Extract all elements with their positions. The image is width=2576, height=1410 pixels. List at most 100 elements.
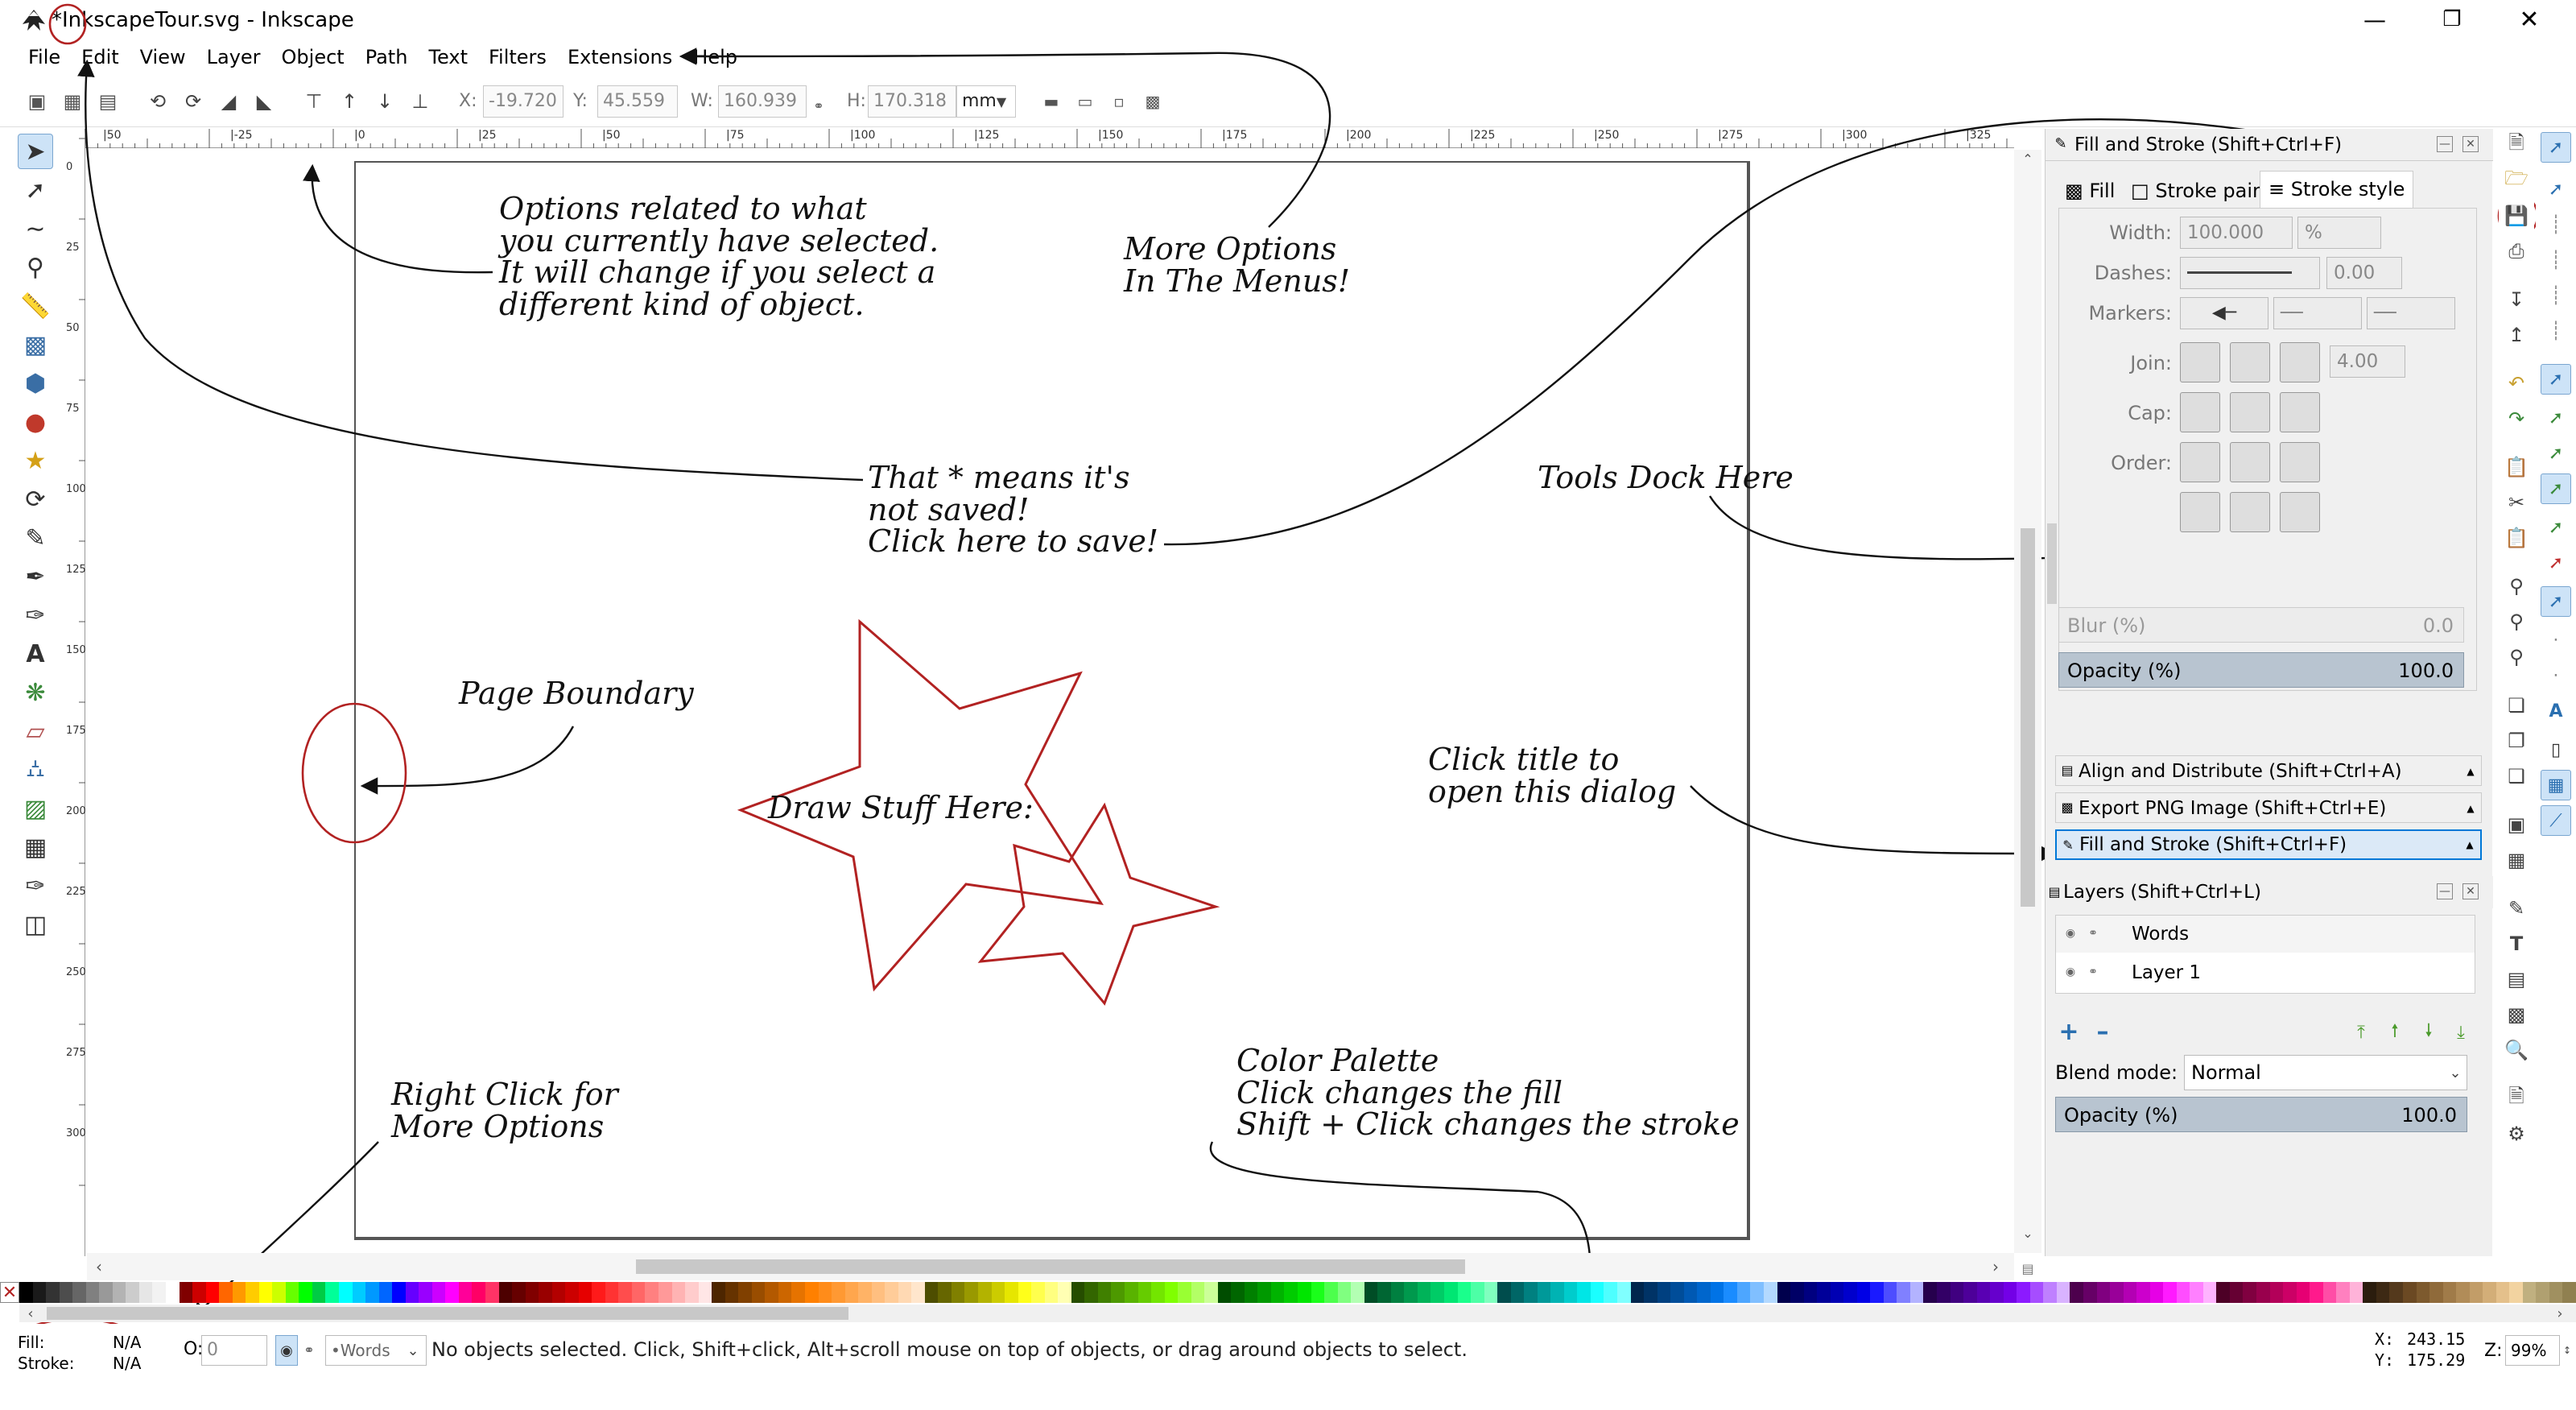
color-swatch[interactable] xyxy=(1563,1282,1578,1303)
snap-page-border-icon[interactable]: ▯ xyxy=(2541,734,2571,765)
cap-butt-button[interactable] xyxy=(2180,392,2220,432)
tab-stroke-paint[interactable]: □ Stroke paint xyxy=(2124,176,2279,206)
color-swatch[interactable] xyxy=(1457,1282,1472,1303)
dialog-iconify-icon[interactable]: — xyxy=(2437,883,2453,899)
clone-icon[interactable]: ❐ xyxy=(2504,728,2529,754)
color-swatch[interactable] xyxy=(2310,1282,2324,1303)
paste-icon[interactable]: 📋 xyxy=(2504,525,2529,551)
scroll-left-icon[interactable]: ‹ xyxy=(90,1257,108,1276)
snap-rotation-center-icon[interactable]: ⋅ xyxy=(2541,660,2571,691)
order-markers-3-button[interactable] xyxy=(2230,492,2270,532)
copy-icon[interactable]: 📋 xyxy=(2504,454,2529,480)
color-swatch[interactable] xyxy=(1550,1282,1565,1303)
color-swatch[interactable] xyxy=(1484,1282,1498,1303)
color-swatch[interactable] xyxy=(2363,1282,2377,1303)
print-icon[interactable]: ⎙ xyxy=(2504,238,2529,264)
width-unit-select[interactable]: % xyxy=(2297,217,2381,249)
color-swatch[interactable] xyxy=(1590,1282,1604,1303)
color-swatch[interactable] xyxy=(1217,1282,1232,1303)
lower-layer-icon[interactable]: 🠗 xyxy=(2417,1021,2440,1044)
snap-others-icon[interactable]: ➚ xyxy=(2541,586,2571,617)
color-swatch[interactable] xyxy=(1577,1282,1591,1303)
blend-mode-select[interactable]: Normal xyxy=(2184,1055,2467,1090)
ungroup-icon[interactable]: ▦ xyxy=(2504,847,2529,873)
tab-stroke-style[interactable]: ≡ Stroke style xyxy=(2260,171,2414,208)
color-swatch[interactable] xyxy=(1337,1282,1352,1303)
color-swatch[interactable] xyxy=(1644,1282,1658,1303)
color-swatch[interactable] xyxy=(592,1282,606,1303)
color-swatch[interactable] xyxy=(498,1282,513,1303)
color-swatch[interactable] xyxy=(565,1282,580,1303)
export-png-dialog[interactable]: ▩ Export PNG Image (Shift+Ctrl+E) ▲ xyxy=(2055,792,2482,823)
color-swatch[interactable] xyxy=(1537,1282,1551,1303)
color-swatch[interactable] xyxy=(272,1282,287,1303)
color-swatch[interactable] xyxy=(2456,1282,2471,1303)
list-item[interactable]: ◉ ⚭ Layer 1 xyxy=(2056,954,2475,991)
color-swatch[interactable] xyxy=(2202,1282,2217,1303)
order-markers-4-button[interactable] xyxy=(2280,492,2320,532)
snap-midpoints-icon[interactable]: ➚ xyxy=(2541,548,2571,578)
color-swatch[interactable] xyxy=(1497,1282,1512,1303)
color-swatch[interactable] xyxy=(618,1282,633,1303)
color-swatch[interactable] xyxy=(2269,1282,2284,1303)
color-swatch[interactable] xyxy=(2136,1282,2151,1303)
color-swatch[interactable] xyxy=(1524,1282,1538,1303)
width-field[interactable]: 100.000 xyxy=(2180,217,2293,249)
color-swatch[interactable] xyxy=(1430,1282,1445,1303)
color-swatch[interactable] xyxy=(791,1282,806,1303)
color-swatch[interactable] xyxy=(258,1282,273,1303)
color-swatch[interactable] xyxy=(2216,1282,2231,1303)
color-swatch[interactable] xyxy=(1351,1282,1365,1303)
raise-layer-to-top-icon[interactable]: ⤒ xyxy=(2350,1021,2372,1044)
color-swatch[interactable] xyxy=(1897,1282,1911,1303)
color-swatch[interactable] xyxy=(246,1282,260,1303)
color-swatch[interactable] xyxy=(1817,1282,1831,1303)
color-swatch[interactable] xyxy=(1843,1282,1858,1303)
color-swatch[interactable] xyxy=(2190,1282,2204,1303)
scroll-down-icon[interactable]: ⌄ xyxy=(2019,1224,2037,1242)
snap-bbox-edge-icon[interactable]: ┊ xyxy=(2541,209,2571,240)
color-swatch[interactable] xyxy=(1298,1282,1312,1303)
color-swatch[interactable] xyxy=(1324,1282,1339,1303)
color-swatch[interactable] xyxy=(539,1282,553,1303)
save-icon[interactable]: 💾 xyxy=(2504,203,2529,229)
color-swatch[interactable] xyxy=(392,1282,407,1303)
miter-limit-field[interactable]: 4.00 xyxy=(2330,345,2405,378)
snap-cusp-nodes-icon[interactable]: ➚ xyxy=(2541,473,2571,504)
undo-icon[interactable]: ↶ xyxy=(2504,370,2529,396)
color-swatch[interactable] xyxy=(871,1282,886,1303)
color-swatch[interactable] xyxy=(525,1282,539,1303)
color-swatch[interactable] xyxy=(2149,1282,2164,1303)
find-icon[interactable]: 🔍 xyxy=(2504,1037,2529,1063)
color-swatch[interactable] xyxy=(738,1282,753,1303)
color-swatch[interactable] xyxy=(138,1282,153,1303)
color-swatch[interactable] xyxy=(1018,1282,1032,1303)
dialog-close-icon[interactable]: ✕ xyxy=(2462,883,2479,899)
color-swatch[interactable] xyxy=(2243,1282,2257,1303)
dialog-close-icon[interactable]: ✕ xyxy=(2462,136,2479,152)
color-swatch[interactable] xyxy=(1830,1282,1844,1303)
color-swatch[interactable] xyxy=(85,1282,100,1303)
color-swatch[interactable] xyxy=(1724,1282,1738,1303)
color-swatch[interactable] xyxy=(1670,1282,1685,1303)
color-swatch[interactable] xyxy=(458,1282,473,1303)
document-properties-icon[interactable]: 🗎 xyxy=(2504,1085,2529,1111)
color-swatch[interactable] xyxy=(724,1282,739,1303)
color-swatch[interactable] xyxy=(898,1282,912,1303)
color-swatch[interactable] xyxy=(2070,1282,2084,1303)
color-swatch[interactable] xyxy=(2376,1282,2390,1303)
blur-slider[interactable]: Blur (%) 0.0 xyxy=(2058,607,2464,643)
color-swatch[interactable] xyxy=(32,1282,47,1303)
color-swatch[interactable] xyxy=(1909,1282,1924,1303)
vertical-scrollbar[interactable]: ⌃ ⌄ xyxy=(2014,150,2041,1253)
align-distribute-dialog[interactable]: ▤ Align and Distribute (Shift+Ctrl+A) ▲ xyxy=(2055,755,2482,786)
color-swatch[interactable] xyxy=(2043,1282,2058,1303)
color-swatch[interactable] xyxy=(765,1282,779,1303)
color-swatch[interactable] xyxy=(431,1282,446,1303)
color-swatch[interactable] xyxy=(1257,1282,1272,1303)
color-swatch[interactable] xyxy=(2469,1282,2483,1303)
cap-round-button[interactable] xyxy=(2230,392,2270,432)
color-swatch[interactable] xyxy=(1803,1282,1818,1303)
color-swatch[interactable] xyxy=(712,1282,726,1303)
color-swatch[interactable] xyxy=(2416,1282,2430,1303)
